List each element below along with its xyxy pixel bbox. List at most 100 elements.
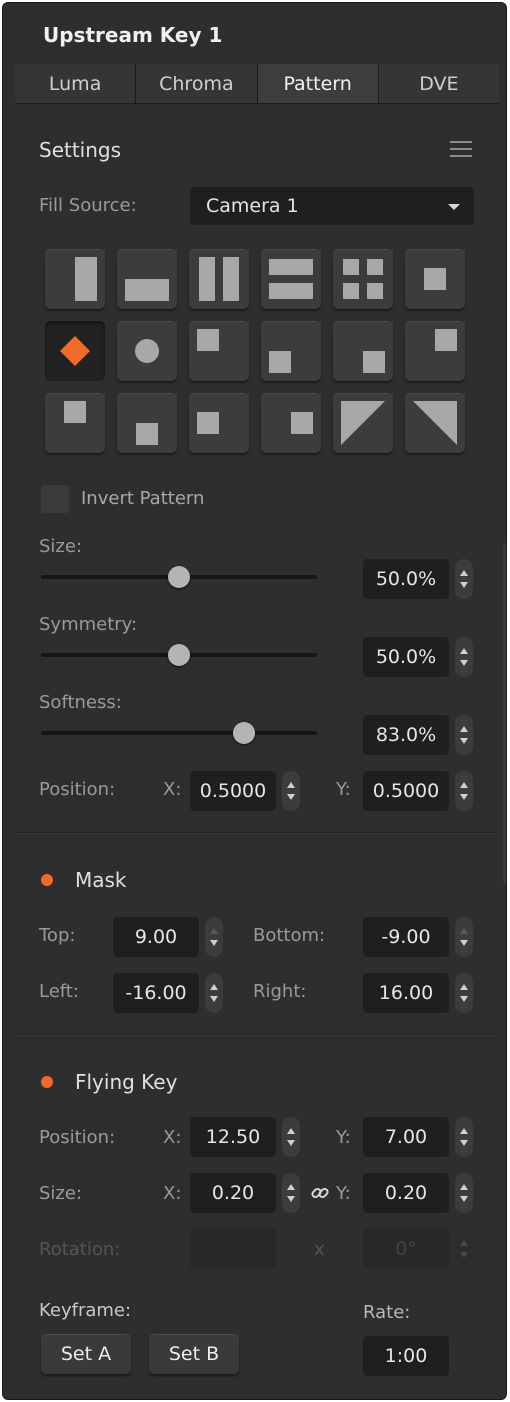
pattern-top-left-box-icon [197, 329, 219, 351]
pattern-top-left-box-button[interactable] [189, 321, 249, 381]
tab-dve[interactable]: DVE [378, 64, 499, 103]
arrow-down-icon [460, 660, 468, 666]
fk-position-x-field[interactable]: 12.50 [190, 1117, 276, 1157]
pattern-center-square-button[interactable] [405, 249, 465, 309]
mask-right-stepper[interactable] [455, 973, 473, 1013]
link-icon[interactable] [308, 1181, 332, 1205]
position-x-label: X: [163, 779, 182, 800]
fill-source-dropdown[interactable]: Camera 1 [190, 187, 474, 225]
pattern-right-center-box-button[interactable] [261, 393, 321, 453]
softness-field[interactable]: 83.0% [363, 715, 449, 755]
fk-position-x-label: X: [163, 1127, 182, 1148]
mask-top-stepper[interactable] [205, 917, 223, 957]
size-slider-knob[interactable] [168, 566, 190, 588]
tab-pattern[interactable]: Pattern [257, 64, 379, 103]
fk-size-x-field[interactable]: 0.20 [190, 1173, 276, 1213]
pattern-bottom-center-box-button[interactable] [117, 393, 177, 453]
pattern-circle-button[interactable] [117, 321, 177, 381]
tab-chroma[interactable]: Chroma [136, 64, 258, 103]
fk-rotation-field: 0° [363, 1229, 449, 1269]
size-label: Size: [39, 536, 83, 557]
pattern-diagonal-top-right-button[interactable] [405, 393, 465, 453]
softness-slider-knob[interactable] [232, 722, 255, 744]
position-y-stepper[interactable] [455, 771, 473, 811]
pattern-vertical-bars-two-icon [199, 257, 239, 301]
arrow-up-icon [460, 648, 468, 654]
mask-enabled-indicator[interactable] [41, 874, 53, 886]
pattern-bottom-left-box-button[interactable] [261, 321, 321, 381]
pattern-left-center-box-button[interactable] [189, 393, 249, 453]
pattern-diamond-icon [60, 336, 90, 366]
arrow-down-icon [460, 1196, 468, 1202]
scrollbar[interactable] [503, 543, 506, 883]
symmetry-field[interactable]: 50.0% [363, 637, 449, 677]
mask-bottom-field[interactable]: -9.00 [363, 917, 449, 957]
pattern-vertical-bar-right-button[interactable] [45, 249, 105, 309]
pattern-diagonal-top-right-icon [413, 401, 457, 445]
mask-right-field[interactable]: 16.00 [363, 973, 449, 1013]
pattern-right-center-box-icon [291, 412, 313, 434]
pattern-top-right-box-button[interactable] [405, 321, 465, 381]
set-a-button[interactable]: Set A [41, 1334, 131, 1374]
pattern-bottom-right-box-button[interactable] [333, 321, 393, 381]
fk-rotation-disabled-field [190, 1229, 276, 1269]
softness-slider[interactable] [41, 731, 317, 735]
arrow-up-icon [210, 928, 218, 934]
fk-size-y-field[interactable]: 0.20 [363, 1173, 449, 1213]
menu-icon[interactable] [450, 141, 472, 159]
fk-position-y-field[interactable]: 7.00 [363, 1117, 449, 1157]
pattern-horizontal-bars-two-icon [269, 259, 313, 299]
invert-pattern-checkbox[interactable] [41, 485, 69, 513]
fk-rotation-stepper [455, 1229, 473, 1269]
mask-top-field[interactable]: 9.00 [113, 917, 199, 957]
pattern-top-center-box-icon [64, 401, 86, 423]
pattern-top-center-box-button[interactable] [45, 393, 105, 453]
arrow-down-icon [460, 738, 468, 744]
arrow-down-icon [460, 582, 468, 588]
pattern-left-center-box-icon [197, 412, 219, 434]
size-field[interactable]: 50.0% [363, 559, 449, 599]
pattern-four-squares-button[interactable] [333, 249, 393, 309]
fk-position-label: Position: [39, 1127, 116, 1148]
symmetry-stepper[interactable] [455, 637, 473, 677]
fk-size-y-stepper[interactable] [455, 1173, 473, 1213]
position-x-stepper[interactable] [282, 771, 300, 811]
position-x-field[interactable]: 0.5000 [190, 771, 276, 811]
pattern-top-right-box-icon [435, 329, 457, 351]
rate-field[interactable]: 1:00 [363, 1336, 449, 1376]
symmetry-slider-knob[interactable] [168, 644, 190, 666]
mask-bottom-stepper[interactable] [455, 917, 473, 957]
fk-position-x-stepper[interactable] [282, 1117, 300, 1157]
pattern-diagonal-bottom-left-button[interactable] [333, 393, 393, 453]
pattern-vertical-bars-two-button[interactable] [189, 249, 249, 309]
set-b-button[interactable]: Set B [149, 1334, 239, 1374]
mask-top-label: Top: [39, 925, 76, 946]
arrow-down-icon [287, 1196, 295, 1202]
fk-rotation-label: Rotation: [39, 1239, 121, 1260]
fk-size-x-label: X: [163, 1183, 182, 1204]
pattern-horizontal-bars-two-button[interactable] [261, 249, 321, 309]
position-y-field[interactable]: 0.5000 [363, 771, 449, 811]
mask-right-label: Right: [253, 981, 307, 1002]
pattern-center-square-icon [424, 268, 446, 290]
mask-left-field[interactable]: -16.00 [113, 973, 199, 1013]
panel-title: Upstream Key 1 [43, 23, 223, 47]
fk-size-y-label: Y: [336, 1183, 351, 1204]
fk-size-x-stepper[interactable] [282, 1173, 300, 1213]
fk-position-y-stepper[interactable] [455, 1117, 473, 1157]
flying-key-enabled-indicator[interactable] [41, 1076, 53, 1088]
arrow-up-icon [460, 928, 468, 934]
tab-luma[interactable]: Luma [15, 64, 137, 103]
mask-left-stepper[interactable] [205, 973, 223, 1013]
size-stepper[interactable] [455, 559, 473, 599]
keyframe-label: Keyframe: [39, 1300, 132, 1321]
arrow-up-icon [210, 984, 218, 990]
fk-rotation-x-label: x [314, 1239, 325, 1260]
pattern-diamond-button[interactable] [45, 321, 105, 381]
mask-left-label: Left: [39, 981, 79, 1002]
position-y-label: Y: [336, 779, 351, 800]
flying-key-title: Flying Key [75, 1070, 178, 1094]
pattern-circle-icon [135, 339, 159, 363]
pattern-horizontal-bar-bottom-button[interactable] [117, 249, 177, 309]
softness-stepper[interactable] [455, 715, 473, 755]
